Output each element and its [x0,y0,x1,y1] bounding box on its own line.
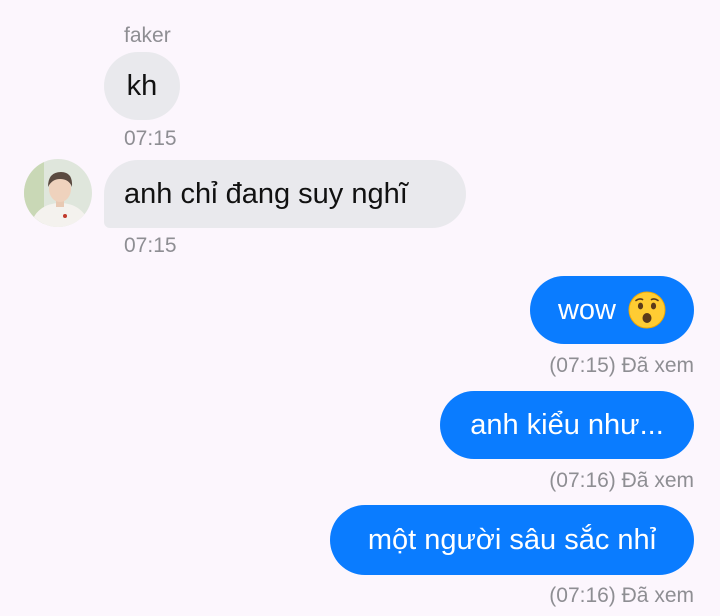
incoming-message-bubble[interactable]: kh [104,52,180,120]
message-text: anh chỉ đang suy nghĩ [124,177,408,210]
message-timestamp: 07:15 [124,234,177,257]
message-text: anh kiểu như... [470,408,664,441]
sender-name: faker [124,24,171,47]
hushed-face-emoji-icon [628,291,666,329]
message-read-status: (07:16) Đã xem [549,469,694,492]
outgoing-message-bubble[interactable]: một người sâu sắc nhỉ [330,505,694,575]
avatar[interactable] [24,159,92,227]
outgoing-message-bubble[interactable]: wow [530,276,694,344]
incoming-message-bubble[interactable]: anh chỉ đang suy nghĩ [104,160,466,228]
message-read-status: (07:16) Đã xem [549,584,694,607]
message-timestamp: 07:15 [124,127,177,150]
message-read-status: (07:15) Đã xem [549,354,694,377]
message-text: kh [126,69,158,102]
message-text: wow [557,293,616,326]
avatar-photo-icon [24,159,92,227]
message-text: một người sâu sắc nhỉ [367,523,657,556]
outgoing-message-bubble[interactable]: anh kiểu như... [440,391,694,459]
